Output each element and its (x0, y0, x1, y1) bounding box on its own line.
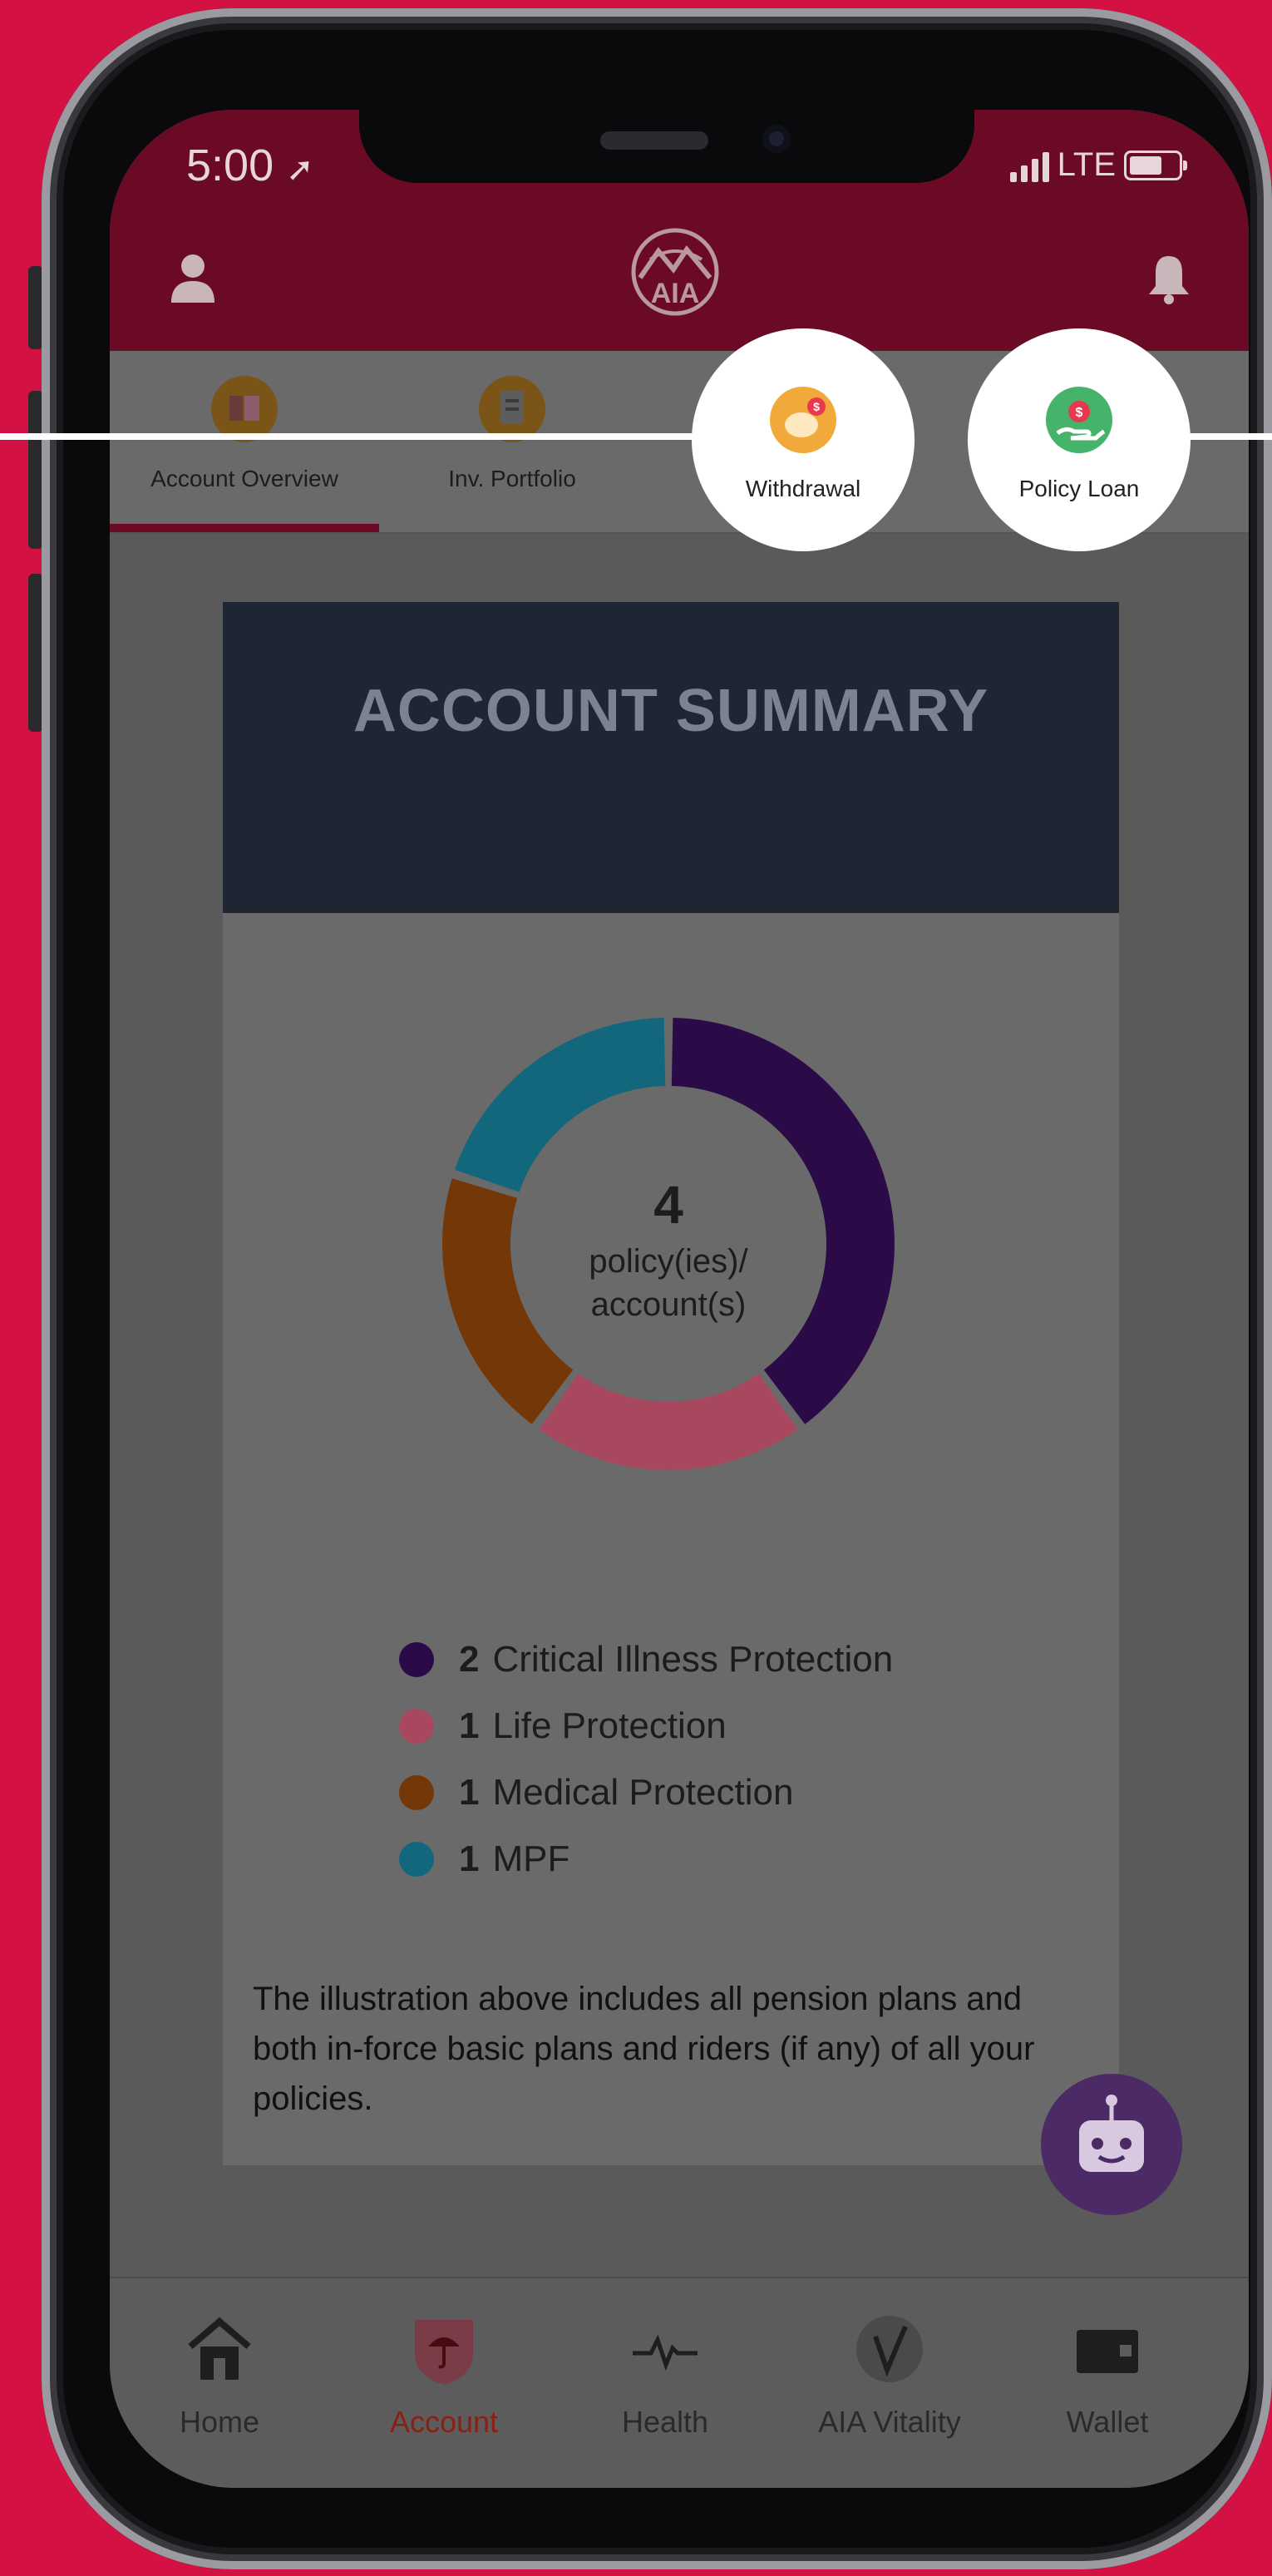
wallet-icon (1077, 2330, 1138, 2373)
bottom-navigation: Home Account Health AIA Vitality Wallet (110, 2277, 1249, 2488)
legend-label: Critical Illness Protection (492, 1639, 894, 1680)
nav-label: Home (179, 2405, 260, 2439)
callout-line-right (1181, 433, 1272, 440)
nav-label: AIA Vitality (818, 2405, 961, 2439)
card-header: ACCOUNT SUMMARY (223, 602, 1119, 913)
legend-item: 1 Medical Protection (399, 1759, 893, 1826)
nav-label: Account (389, 2405, 499, 2439)
camera (762, 125, 791, 153)
donut-center: 4 policy(ies)/ account(s) (436, 1011, 901, 1477)
vitality-icon (856, 2316, 923, 2382)
card-title: ACCOUNT SUMMARY (353, 678, 989, 744)
nav-label: Health (621, 2405, 709, 2439)
legend-dot (399, 1842, 434, 1877)
status-indicators: LTE (1009, 146, 1187, 184)
speaker (600, 131, 708, 150)
status-time-text: 5:00 (186, 141, 274, 190)
signal-icon (1009, 149, 1049, 182)
tab-withdrawal[interactable]: $ Withdrawal (692, 328, 915, 551)
svg-text:$: $ (1076, 406, 1083, 420)
tab-label: Account Overview (150, 466, 338, 491)
robot-icon (1079, 2095, 1144, 2172)
policy-count-label: policy(ies)/ account(s) (436, 1240, 901, 1326)
legend-dot (399, 1775, 434, 1810)
account-summary-card: ACCOUNT SUMMARY 4 policy(ies)/ account(s… (223, 602, 1119, 2165)
tab-label: Withdrawal (745, 476, 861, 501)
account-overview-icon (211, 376, 278, 442)
tab-label: Policy Loan (1018, 476, 1140, 501)
bell-icon[interactable] (1146, 251, 1192, 304)
heartbeat-icon (633, 2334, 698, 2371)
chart-legend: 2 Critical Illness Protection 1 Life Pro… (399, 1626, 893, 1893)
legend-label: MPF (492, 1838, 570, 1879)
legend-count: 2 (459, 1639, 480, 1680)
tab-inv-portfolio[interactable]: Inv. Portfolio (387, 351, 637, 532)
chatbot-button[interactable] (1041, 2074, 1182, 2215)
home-icon (188, 2317, 251, 2380)
nav-label: Wallet (1066, 2405, 1149, 2439)
svg-text:$: $ (813, 400, 820, 413)
policy-count-label-line1: policy(ies)/ (589, 1243, 748, 1280)
tab-policy-loan[interactable]: $ Policy Loan (968, 328, 1191, 551)
tab-account-overview[interactable]: Account Overview (110, 351, 379, 532)
legend-item: 1 Life Protection (399, 1693, 893, 1759)
policy-count: 4 (653, 1175, 683, 1235)
summary-note: The illustration above includes all pens… (253, 1981, 1035, 2117)
status-time: 5:00 ➚ (186, 140, 314, 191)
loan-hand-icon: $ (1046, 387, 1112, 453)
policy-count-label-line2: account(s) (590, 1286, 747, 1323)
network-label: LTE (1057, 146, 1116, 183)
profile-icon[interactable] (170, 251, 216, 304)
notch (359, 110, 974, 183)
legend-item: 2 Critical Illness Protection (399, 1626, 893, 1693)
legend-label: Life Protection (492, 1705, 727, 1746)
legend-dot (399, 1709, 434, 1744)
legend-label: Medical Protection (492, 1772, 794, 1813)
location-arrow-icon: ➚ (286, 151, 314, 188)
aia-logo: AIA (631, 228, 719, 316)
svg-text:AIA: AIA (651, 278, 700, 309)
piggy-bank-icon: $ (770, 387, 836, 453)
umbrella-shield-icon (415, 2320, 473, 2385)
callout-line-left (0, 433, 707, 440)
legend-count: 1 (459, 1705, 480, 1746)
tab-label: Inv. Portfolio (448, 466, 576, 491)
legend-item: 1 MPF (399, 1826, 893, 1893)
legend-count: 1 (459, 1838, 480, 1879)
legend-count: 1 (459, 1772, 480, 1813)
portfolio-icon (479, 376, 545, 442)
active-tab-indicator (110, 524, 379, 532)
battery-icon (1124, 150, 1187, 180)
legend-dot (399, 1642, 434, 1677)
